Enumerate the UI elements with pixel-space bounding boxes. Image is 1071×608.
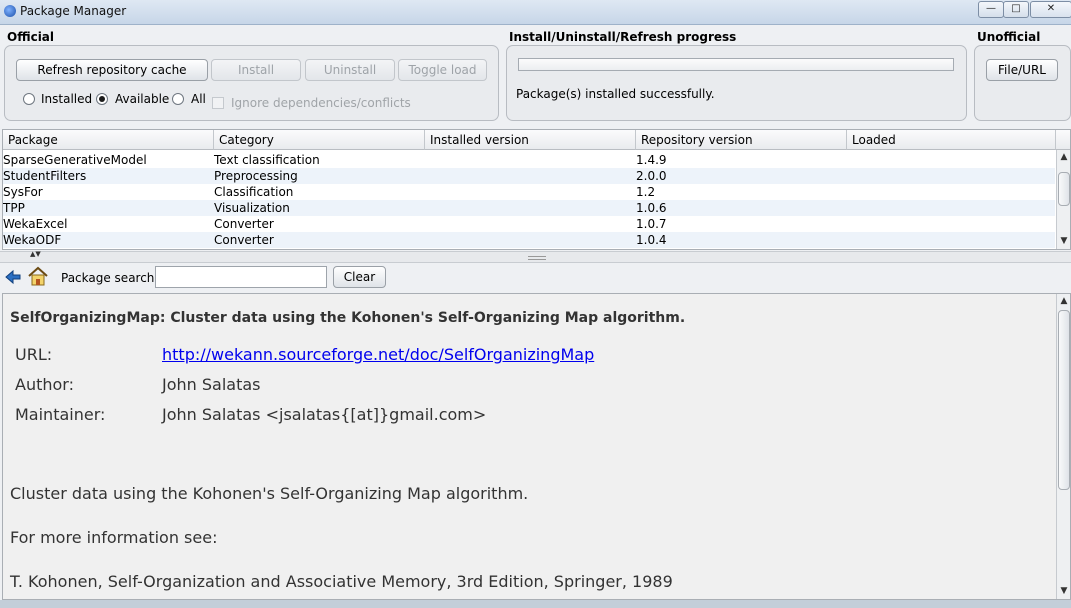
package-name: StudentFilters	[3, 169, 87, 183]
close-button[interactable]: ✕	[1030, 1, 1071, 18]
table-row[interactable]: TPP Visualization 1.0.6	[3, 200, 1055, 216]
table-row[interactable]: WekaExcel Converter 1.0.7	[3, 216, 1055, 232]
clear-search-button[interactable]: Clear	[333, 266, 386, 288]
back-arrow-icon[interactable]	[4, 268, 22, 286]
package-name: SysFor	[3, 185, 43, 199]
package-category: Visualization	[214, 201, 290, 215]
package-url-link[interactable]: http://wekann.sourceforge.net/doc/SelfOr…	[162, 345, 594, 364]
unofficial-group: File/URL	[974, 45, 1071, 121]
package-category: Converter	[214, 217, 274, 231]
package-url-text[interactable]: http://wekann.sourceforge.net/doc/SelfOr…	[162, 345, 594, 364]
package-info-heading: SelfOrganizingMap: Cluster data using th…	[10, 310, 686, 326]
installed-radio[interactable]	[23, 93, 35, 105]
toggle-load-button[interactable]: Toggle load	[398, 59, 487, 81]
table-row[interactable]: StudentFilters Preprocessing 2.0.0	[3, 168, 1055, 184]
scroll-down-arrow-icon[interactable]: ▼	[1057, 584, 1070, 598]
info-scroll-thumb[interactable]	[1058, 310, 1070, 490]
package-category: Classification	[214, 185, 294, 199]
repository-version: 1.4.9	[636, 153, 667, 167]
table-header-corner	[1056, 130, 1070, 150]
url-label: URL:	[15, 345, 53, 364]
table-scroll-thumb[interactable]	[1058, 172, 1070, 206]
reference-citation: T. Kohonen, Self-Organization and Associ…	[10, 572, 673, 591]
install-button[interactable]: Install	[211, 59, 301, 81]
package-category: Text classification	[214, 153, 320, 167]
minimize-button[interactable]: —	[978, 1, 1004, 18]
ignore-dependencies-label: Ignore dependencies/conflicts	[231, 96, 411, 110]
package-name: TPP	[3, 201, 25, 215]
refresh-cache-button[interactable]: Refresh repository cache	[16, 59, 208, 81]
package-search-label: Package search	[61, 271, 155, 285]
maximize-button[interactable]: □	[1003, 1, 1029, 18]
table-scrollbar[interactable]: ▲ ▼	[1056, 150, 1070, 249]
official-group: Refresh repository cache Install Uninsta…	[4, 45, 499, 121]
more-info-label: For more information see:	[10, 528, 218, 547]
uninstall-button[interactable]: Uninstall	[305, 59, 395, 81]
table-row[interactable]: WekaODF Converter 1.0.4	[3, 232, 1055, 248]
repository-version: 2.0.0	[636, 169, 667, 183]
table-row[interactable]: SparseGenerativeModel Text classificatio…	[3, 152, 1055, 168]
repository-version: 1.0.6	[636, 201, 667, 215]
package-info-pane: SelfOrganizingMap: Cluster data using th…	[2, 293, 1071, 600]
repository-version: 1.0.4	[636, 233, 667, 247]
unofficial-title: Unofficial	[977, 30, 1041, 44]
package-name: WekaExcel	[3, 217, 68, 231]
package-category: Preprocessing	[214, 169, 298, 183]
column-header-loaded[interactable]: Loaded	[847, 130, 1056, 150]
progress-bar	[518, 58, 954, 71]
all-radio-label: All	[191, 92, 206, 106]
maintainer-label: Maintainer:	[15, 405, 106, 424]
package-name: SparseGenerativeModel	[3, 153, 147, 167]
scroll-up-arrow-icon[interactable]: ▲	[1057, 150, 1070, 164]
repository-version: 1.2	[636, 185, 656, 199]
progress-status: Package(s) installed successfully.	[516, 87, 715, 101]
file-url-button[interactable]: File/URL	[986, 59, 1058, 81]
installed-radio-label: Installed	[41, 92, 93, 106]
column-header-category[interactable]: Category	[214, 130, 425, 150]
splitter-grip-icon	[528, 256, 546, 260]
author-value: John Salatas	[162, 375, 261, 394]
info-scrollbar[interactable]: ▲ ▼	[1056, 294, 1070, 599]
progress-group	[506, 45, 967, 121]
home-icon[interactable]	[27, 265, 49, 287]
pane-splitter[interactable]: ▲▼	[0, 250, 1071, 263]
maintainer-value: John Salatas <jsalatas{[at]}gmail.com>	[162, 405, 487, 424]
available-radio[interactable]	[96, 93, 108, 105]
splitter-arrows-icon[interactable]: ▲▼	[30, 250, 41, 258]
title-bar: Package Manager — □ ✕	[0, 0, 1071, 25]
column-header-installed-version[interactable]: Installed version	[425, 130, 636, 150]
progress-title: Install/Uninstall/Refresh progress	[509, 30, 737, 44]
package-description: Cluster data using the Kohonen's Self-Or…	[10, 484, 529, 503]
scroll-down-arrow-icon[interactable]: ▼	[1057, 234, 1070, 248]
column-header-repository-version[interactable]: Repository version	[636, 130, 847, 150]
app-icon	[4, 5, 16, 17]
ignore-dependencies-checkbox[interactable]	[212, 97, 224, 109]
official-title: Official	[7, 30, 55, 44]
available-radio-label: Available	[115, 92, 170, 106]
package-name: WekaODF	[3, 233, 62, 247]
author-label: Author:	[15, 375, 74, 394]
window-title: Package Manager	[20, 4, 127, 18]
repository-version: 1.0.7	[636, 217, 667, 231]
scroll-up-arrow-icon[interactable]: ▲	[1057, 294, 1070, 308]
package-category: Converter	[214, 233, 274, 247]
all-radio[interactable]	[172, 93, 184, 105]
column-header-package[interactable]: Package	[3, 130, 214, 150]
package-search-input[interactable]	[155, 266, 327, 288]
table-row[interactable]: SysFor Classification 1.2	[3, 184, 1055, 200]
package-table: Package Category Installed version Repos…	[2, 129, 1071, 250]
window-bottom-edge	[0, 600, 1071, 608]
